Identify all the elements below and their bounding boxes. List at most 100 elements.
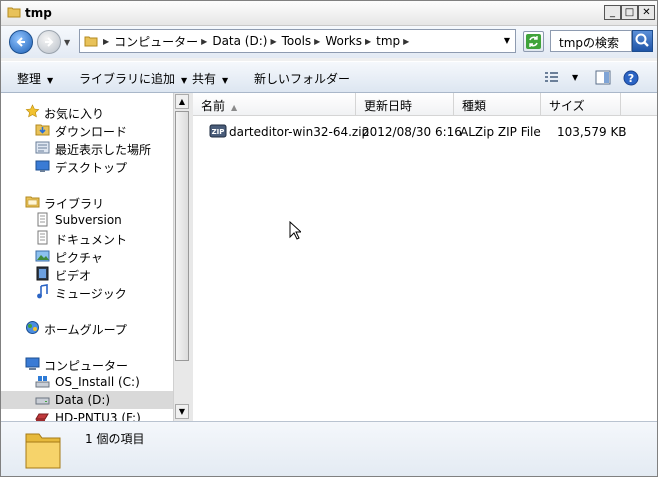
drive-icon	[35, 397, 50, 405]
removable-drive-icon	[35, 413, 49, 421]
include-in-library-label: ライブラリに追加	[79, 72, 176, 86]
breadcrumb-item-works[interactable]: Works	[325, 34, 362, 48]
nav-drive-f[interactable]: HD-PNTU3 (F:)	[1, 409, 173, 421]
breadcrumb-separator[interactable]: ▶	[365, 37, 371, 46]
view-options-icon[interactable]	[544, 70, 560, 84]
close-button[interactable]: ✕	[638, 5, 655, 20]
organize-button[interactable]: 整理 ▼	[17, 70, 53, 87]
table-row[interactable]: ZIP darteditor-win32-64.zip 2012/08/30 6…	[209, 123, 649, 141]
file-size: 103,579 KB	[557, 125, 627, 139]
back-button[interactable]	[9, 30, 33, 54]
recent-places-icon	[35, 141, 50, 154]
downloads-folder-icon	[35, 124, 50, 136]
breadcrumb-separator[interactable]: ▶	[403, 37, 409, 46]
scrollbar-thumb[interactable]	[175, 111, 189, 361]
share-label: 共有	[192, 72, 217, 86]
homegroup-icon	[26, 321, 39, 334]
title-bar[interactable]: tmp _ □ ✕	[1, 1, 657, 26]
library-icon	[37, 212, 48, 227]
nav-drive-f-label: HD-PNTU3 (F:)	[55, 411, 141, 421]
include-in-library-button[interactable]: ライブラリに追加 ▼	[79, 70, 187, 87]
nav-favorites-label: お気に入り	[44, 107, 105, 121]
help-icon[interactable]: ?	[623, 70, 639, 86]
nav-music-label: ミュージック	[55, 287, 127, 301]
chevron-down-icon: ▼	[222, 76, 229, 85]
column-header-type[interactable]: 種類	[454, 93, 541, 115]
nav-videos[interactable]: ビデオ	[1, 265, 173, 283]
breadcrumb-separator[interactable]: ▶	[201, 37, 207, 46]
nav-favorites[interactable]: お気に入り	[1, 103, 173, 121]
nav-drive-d[interactable]: Data (D:)	[1, 391, 173, 409]
nav-recent-places-label: 最近表示した場所	[55, 143, 152, 157]
column-header-name[interactable]: 名前 ▲	[193, 93, 356, 115]
breadcrumb-item-tmp[interactable]: tmp	[376, 34, 400, 48]
documents-icon	[37, 230, 48, 245]
breadcrumb-item-data[interactable]: Data (D:)	[212, 34, 267, 48]
search-button[interactable]	[632, 30, 653, 52]
refresh-icon	[526, 34, 541, 49]
file-list: 名前 ▲ 更新日時 種類 サイズ ZIP darteditor-win32-64.…	[193, 93, 657, 421]
address-dropdown[interactable]: ▼	[504, 36, 510, 45]
search-input[interactable]: tmpの検索	[550, 30, 632, 52]
nav-documents[interactable]: ドキュメント	[1, 229, 173, 247]
videos-icon	[36, 266, 49, 281]
sort-ascending-icon: ▲	[231, 103, 238, 112]
search-icon	[635, 33, 649, 47]
file-name: darteditor-win32-64.zip	[229, 125, 370, 139]
view-dropdown[interactable]: ▼	[572, 73, 578, 82]
column-header-name-label: 名前	[201, 99, 226, 113]
breadcrumb-separator[interactable]: ▶	[103, 37, 109, 46]
breadcrumb-separator[interactable]: ▶	[270, 37, 276, 46]
column-header-size[interactable]: サイズ	[541, 93, 621, 115]
nav-computer[interactable]: コンピューター	[1, 355, 173, 373]
nav-libraries[interactable]: ライブラリ	[1, 193, 173, 211]
breadcrumb-item-tools[interactable]: Tools	[282, 34, 312, 48]
nav-subversion[interactable]: Subversion	[1, 211, 173, 229]
breadcrumb-item-computer[interactable]: コンピューター	[114, 33, 198, 50]
chevron-down-icon: ▼	[181, 76, 188, 85]
music-icon	[37, 284, 48, 299]
mouse-cursor-icon	[289, 221, 301, 240]
minimize-button[interactable]: _	[604, 5, 621, 20]
nav-desktop-label: デスクトップ	[55, 161, 128, 175]
desktop-icon	[35, 160, 50, 172]
chevron-down-icon: ▼	[47, 76, 54, 85]
breadcrumb-separator[interactable]: ▶	[314, 37, 320, 46]
nav-libraries-label: ライブラリ	[44, 197, 105, 211]
file-modified: 2012/08/30 6:16	[362, 125, 462, 139]
column-header-modified[interactable]: 更新日時	[356, 93, 454, 115]
recent-pages-dropdown[interactable]: ▼	[64, 38, 70, 47]
nav-computer-label: コンピューター	[44, 359, 129, 373]
column-headers: 名前 ▲ 更新日時 種類 サイズ	[193, 93, 657, 116]
scroll-down-button[interactable]: ▼	[175, 404, 189, 419]
nav-recent-places[interactable]: 最近表示した場所	[1, 139, 173, 157]
nav-homegroup-label: ホームグループ	[44, 323, 127, 337]
explorer-window: tmp _ □ ✕ ▼ ▶ コンピューター ▶ Data (D:) ▶ Tool…	[0, 0, 658, 477]
nav-music[interactable]: ミュージック	[1, 283, 173, 301]
pictures-icon	[35, 250, 50, 262]
preview-pane-icon[interactable]	[595, 70, 611, 85]
maximize-button[interactable]: □	[621, 5, 638, 20]
folder-icon	[84, 36, 98, 47]
column-header-size-label: サイズ	[549, 99, 585, 113]
share-button[interactable]: 共有 ▼	[192, 70, 228, 87]
nav-desktop[interactable]: デスクトップ	[1, 157, 173, 175]
address-bar[interactable]: ▶ コンピューター ▶ Data (D:) ▶ Tools ▶ Works ▶ …	[79, 29, 516, 53]
command-bar: 整理 ▼ ライブラリに追加 ▼ 共有 ▼ 新しいフォルダー ▼ ?	[1, 61, 657, 93]
refresh-button[interactable]	[523, 31, 544, 52]
forward-button[interactable]	[37, 30, 61, 54]
details-pane: 1 個の項目	[1, 421, 657, 476]
zip-file-icon: ZIP	[209, 124, 227, 138]
nav-drive-c[interactable]: OS_Install (C:)	[1, 373, 173, 391]
item-count: 1 個の項目	[85, 432, 145, 446]
new-folder-label: 新しいフォルダー	[254, 72, 351, 86]
navigation-scrollbar[interactable]: ▲ ▼	[173, 93, 190, 421]
nav-pictures[interactable]: ピクチャ	[1, 247, 173, 265]
system-drive-icon	[35, 376, 50, 388]
nav-homegroup[interactable]: ホームグループ	[1, 319, 173, 337]
nav-subversion-label: Subversion	[55, 213, 122, 227]
nav-downloads[interactable]: ダウンロード	[1, 121, 173, 139]
breadcrumb: ▶ コンピューター ▶ Data (D:) ▶ Tools ▶ Works ▶ …	[100, 30, 414, 52]
new-folder-button[interactable]: 新しいフォルダー	[254, 70, 350, 87]
scroll-up-button[interactable]: ▲	[175, 94, 189, 109]
